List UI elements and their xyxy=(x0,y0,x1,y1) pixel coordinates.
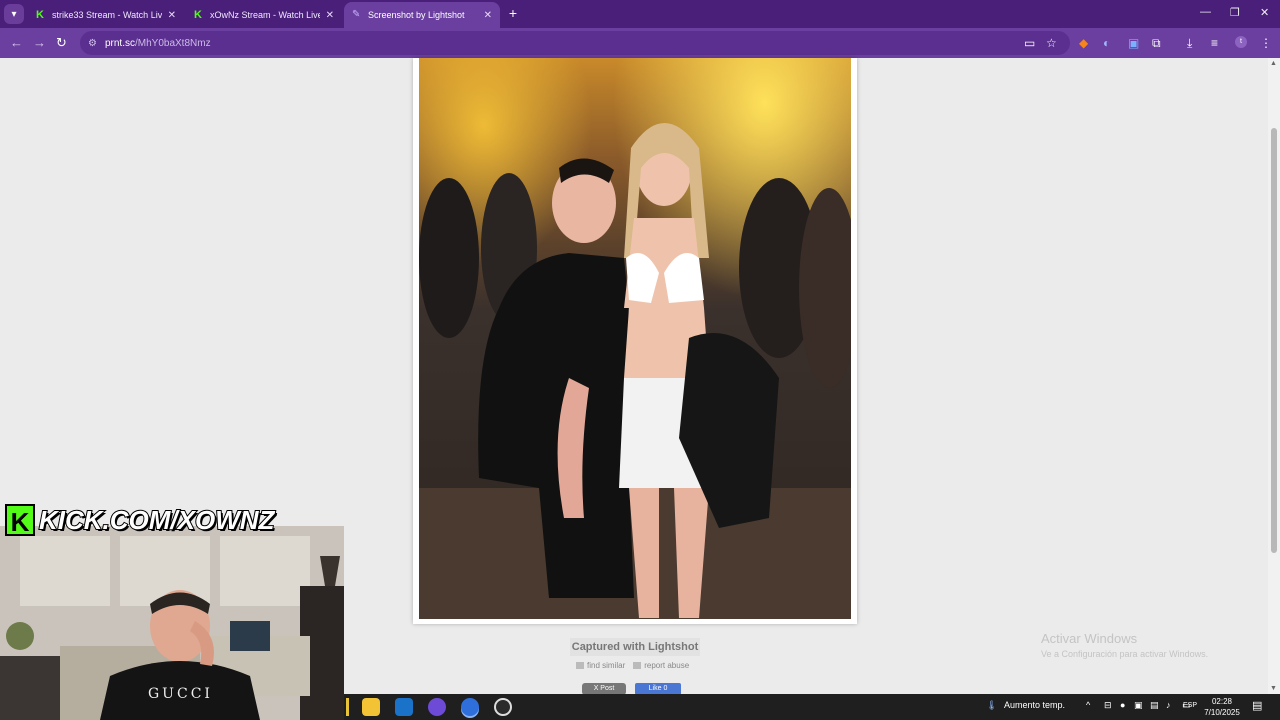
new-tab-button[interactable]: + xyxy=(505,5,521,21)
find-similar-link[interactable]: find similar xyxy=(576,661,625,670)
page-scrollbar[interactable]: ▲ ▼ xyxy=(1268,58,1280,694)
menu-kebab-icon[interactable]: ⋮ xyxy=(1260,36,1272,50)
tab-title: Screenshot by Lightshot xyxy=(368,10,465,20)
show-hidden-icons-icon[interactable]: ^ xyxy=(1086,700,1090,710)
file-explorer-icon[interactable] xyxy=(362,698,380,716)
minimize-icon[interactable]: — xyxy=(1200,6,1211,18)
extensions-puzzle-icon[interactable]: ⧉ xyxy=(1152,36,1161,51)
screenshot-links: find similar report abuse xyxy=(576,661,689,670)
profile-avatar-icon[interactable]: t xyxy=(1235,36,1247,48)
cast-icon[interactable]: ▭ xyxy=(1024,36,1035,50)
report-abuse-link[interactable]: report abuse xyxy=(633,661,689,670)
tab-strike33[interactable]: K strike33 Stream - Watch Live on ✕ xyxy=(28,2,184,28)
kick-channel-url: KICK.COM/XOWNZ xyxy=(38,504,275,536)
scroll-down-icon[interactable]: ▼ xyxy=(1270,685,1277,692)
kick-logo-icon: K xyxy=(5,504,35,537)
thermometer-icon[interactable]: 🌡 xyxy=(986,700,997,711)
volume-icon[interactable]: ♪ xyxy=(1166,700,1171,710)
screenshot-image[interactable] xyxy=(419,58,851,619)
taskbar-edge-marker xyxy=(346,698,349,716)
network-icon[interactable]: ⊟ xyxy=(1104,700,1112,711)
taskbar-clock[interactable]: 02:28 7/10/2025 xyxy=(1200,696,1244,718)
outlook-icon[interactable] xyxy=(395,698,413,716)
tab-search-icon[interactable]: ▾ xyxy=(4,4,24,24)
discord-icon[interactable] xyxy=(428,698,446,716)
reading-list-icon[interactable]: ≡ xyxy=(1211,36,1218,50)
microphone-icon[interactable]: ● xyxy=(1120,700,1125,710)
browser-toolbar: ← → ↻ ⚙ prnt.sc/MhY0baXt8Nmz ▭ ☆ ◆ ◐ ▣ ⧉… xyxy=(0,28,1280,58)
image-icon xyxy=(576,662,584,670)
captured-with-lightshot-label[interactable]: Captured with Lightshot xyxy=(570,638,700,656)
display-icon[interactable]: ▣ xyxy=(1134,700,1143,711)
flag-icon xyxy=(633,662,642,670)
lightshot-favicon-icon: ✎ xyxy=(352,9,361,20)
metamask-extension-icon[interactable]: ◆ xyxy=(1079,36,1088,50)
url-host: prnt.sc xyxy=(104,37,135,49)
forward-icon[interactable]: → xyxy=(33,35,46,50)
obs-icon[interactable] xyxy=(494,698,512,716)
url-path: /MhY0baXt8Nmz xyxy=(134,37,211,49)
close-tab-icon[interactable]: ✕ xyxy=(168,10,176,21)
address-bar[interactable]: ⚙ prnt.sc/MhY0baXt8Nmz xyxy=(80,31,1070,55)
language-indicator[interactable]: ESP xyxy=(1183,702,1197,709)
extension-icon[interactable]: ▣ xyxy=(1128,36,1139,50)
activation-subtitle: Ve a Configuración para activar Windows. xyxy=(1041,649,1209,659)
close-window-icon[interactable]: ✕ xyxy=(1260,6,1269,19)
notifications-icon[interactable]: ▤ xyxy=(1252,699,1262,712)
kick-channel-banner: K KICK.COM/XOWNZ xyxy=(0,502,300,538)
clock-date: 7/10/2025 xyxy=(1204,708,1240,717)
extension-icon[interactable]: ◐ xyxy=(1103,36,1110,50)
windows-taskbar: 🌡 Aumento temp. ^ ⊟ ● ▣ ▤ ♪ ▭ ESP ▤ xyxy=(344,694,1280,720)
restore-icon[interactable]: ❐ xyxy=(1230,6,1240,19)
clock-time: 02:28 xyxy=(1211,697,1233,706)
scrollbar-thumb[interactable] xyxy=(1271,128,1277,553)
back-icon[interactable]: ← xyxy=(10,35,23,50)
kick-favicon-icon: K xyxy=(194,9,202,21)
download-icon[interactable]: ⤓ xyxy=(1187,36,1192,51)
shirt-brand-text: GUCCI xyxy=(148,686,213,702)
close-tab-icon[interactable]: ✕ xyxy=(326,10,334,21)
weather-text[interactable]: Aumento temp. xyxy=(1004,700,1065,710)
reload-icon[interactable]: ↻ xyxy=(56,35,67,51)
webcam-overlay: GUCCI xyxy=(0,526,344,720)
tab-title: strike33 Stream - Watch Live on xyxy=(52,10,162,20)
tab-xownz[interactable]: K xOwNz Stream - Watch Live on ✕ xyxy=(186,2,342,28)
windows-activation-watermark: Activar Windows Ve a Configuración para … xyxy=(1041,631,1208,659)
site-info-icon[interactable]: ⚙ xyxy=(88,38,97,49)
kick-favicon-icon: K xyxy=(36,9,44,21)
tab-title: xOwNz Stream - Watch Live on xyxy=(210,10,320,20)
close-tab-icon[interactable]: ✕ xyxy=(484,10,492,21)
wifi-icon[interactable]: ▤ xyxy=(1150,700,1159,711)
tab-lightshot[interactable]: ✎ Screenshot by Lightshot ✕ xyxy=(344,2,500,28)
tab-strip: ▾ K strike33 Stream - Watch Live on ✕ K … xyxy=(0,0,1280,28)
activation-title: Activar Windows xyxy=(1041,631,1138,646)
bookmark-star-icon[interactable]: ☆ xyxy=(1046,36,1057,50)
chrome-icon[interactable] xyxy=(461,698,479,716)
scroll-up-icon[interactable]: ▲ xyxy=(1270,60,1277,67)
